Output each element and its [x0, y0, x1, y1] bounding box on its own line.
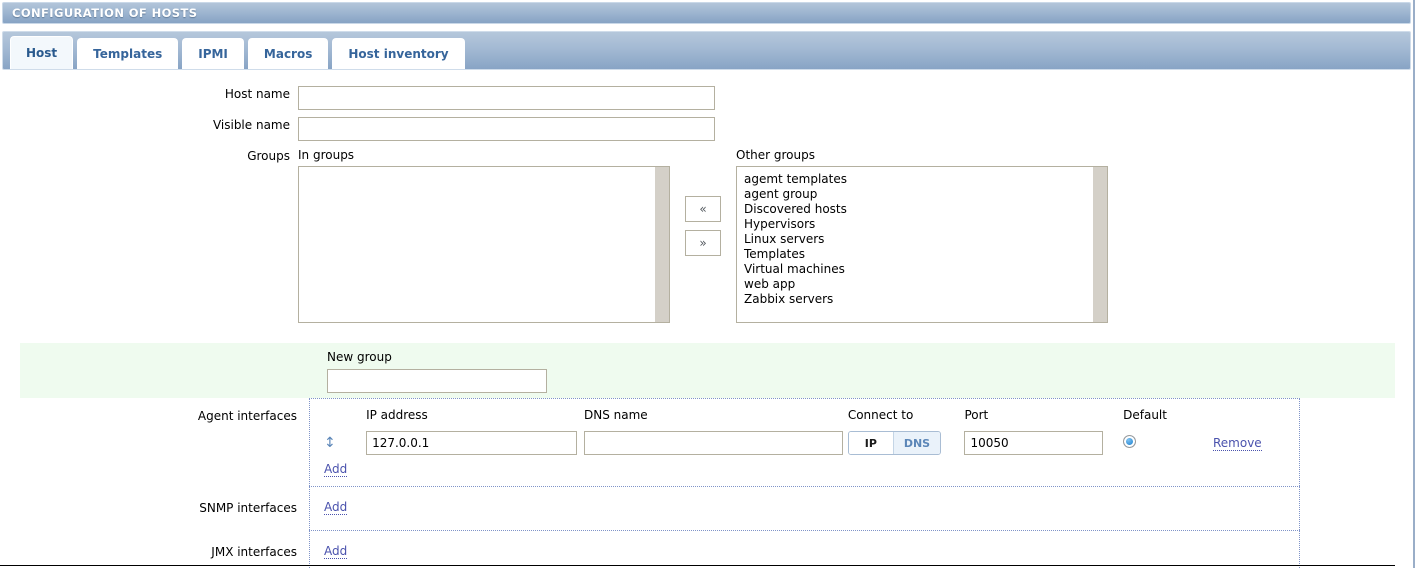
- column-header-dns: DNS name: [584, 408, 648, 422]
- list-item[interactable]: Templates: [744, 247, 1103, 262]
- visible-name-label: Visible name: [212, 118, 290, 132]
- tab-host-inventory[interactable]: Host inventory: [332, 38, 465, 69]
- visible-name-row: Visible name: [0, 117, 1413, 141]
- agent-interfaces-header-row: IP address DNS name Connect to Port Defa…: [310, 399, 1299, 425]
- move-right-button[interactable]: »: [685, 230, 721, 256]
- in-groups-listbox[interactable]: [298, 166, 670, 323]
- connect-to-option-ip[interactable]: IP: [848, 432, 893, 454]
- column-header-port: Port: [964, 408, 989, 422]
- port-input[interactable]: [964, 431, 1104, 455]
- host-configuration-page: CONFIGURATION OF HOSTS Host Templates IP…: [0, 0, 1415, 568]
- page-bottom-rule: [0, 565, 1395, 566]
- tab-strip: Host Templates IPMI Macros Host inventor…: [2, 31, 1411, 70]
- default-interface-radio[interactable]: [1123, 435, 1137, 448]
- jmx-interfaces-add-row: Add: [324, 544, 348, 559]
- in-groups-options: [299, 167, 669, 322]
- tab-macros-label: Macros: [263, 47, 313, 61]
- host-form: Host name Visible name Groups In groups: [0, 72, 1413, 323]
- list-item[interactable]: Linux servers: [744, 232, 1103, 247]
- window-titlebar: CONFIGURATION OF HOSTS: [2, 2, 1411, 24]
- dns-cell: [584, 431, 848, 455]
- list-item[interactable]: agent group: [744, 187, 1103, 202]
- port-cell: [964, 431, 1123, 455]
- group-transfer-buttons: « »: [670, 148, 736, 264]
- page-title: CONFIGURATION OF HOSTS: [12, 6, 198, 20]
- connect-to-option-dns[interactable]: DNS: [892, 432, 941, 454]
- groups-field-cell: In groups « » Other groups agemt templat…: [298, 148, 1413, 323]
- groups-row: Groups In groups « » Other groups agemt …: [0, 148, 1413, 323]
- column-header-default: Default: [1123, 408, 1167, 422]
- other-groups-listbox[interactable]: agemt templates agent group Discovered h…: [736, 166, 1108, 323]
- tab-templates-label: Templates: [93, 47, 163, 61]
- tab-templates[interactable]: Templates: [77, 38, 179, 69]
- host-name-input[interactable]: [298, 86, 715, 110]
- in-groups-caption: In groups: [298, 148, 355, 162]
- list-item[interactable]: Hypervisors: [744, 217, 1103, 232]
- snmp-interfaces-box: SNMP interfaces Add: [199, 486, 1300, 530]
- tab-ipmi-label: IPMI: [198, 47, 228, 61]
- agent-interfaces-box: Agent interfaces IP address DNS name Con…: [198, 398, 1300, 486]
- tab-macros[interactable]: Macros: [247, 38, 329, 69]
- host-name-row: Host name: [0, 86, 1413, 110]
- in-groups-block: In groups: [298, 148, 670, 323]
- new-group-label: New group: [327, 350, 392, 364]
- other-groups-block: Other groups agemt templates agent group…: [736, 148, 1108, 323]
- tab-host-label: Host: [26, 46, 58, 60]
- add-jmx-interface-link[interactable]: Add: [324, 544, 348, 559]
- remove-cell: Remove: [1212, 436, 1299, 451]
- dns-name-input[interactable]: [584, 431, 843, 455]
- other-groups-caption: Other groups: [736, 148, 815, 162]
- column-header-connect-to: Connect to: [847, 408, 914, 422]
- column-header-ip: IP address: [366, 408, 428, 422]
- visible-name-field-cell: [298, 117, 1413, 141]
- new-group-input[interactable]: [327, 369, 547, 393]
- agent-interfaces-label: Agent interfaces: [197, 409, 297, 423]
- move-left-button[interactable]: «: [685, 196, 721, 222]
- snmp-interfaces-add-row: Add: [324, 500, 348, 515]
- list-item[interactable]: Discovered hosts: [744, 202, 1103, 217]
- add-agent-interface-link[interactable]: Add: [324, 462, 348, 477]
- table-row: ↕ IP DNS: [310, 425, 1299, 461]
- interfaces-panel: Agent interfaces IP address DNS name Con…: [198, 398, 1300, 568]
- in-groups-scrollbar[interactable]: [655, 167, 669, 322]
- drag-handle-icon[interactable]: ↕: [324, 436, 336, 450]
- agent-interfaces-add-row: Add: [310, 461, 1299, 486]
- list-item[interactable]: web app: [744, 277, 1103, 292]
- other-groups-options: agemt templates agent group Discovered h…: [737, 167, 1107, 322]
- other-groups-scrollbar[interactable]: [1093, 167, 1107, 322]
- groups-label: Groups: [247, 149, 290, 163]
- snmp-interfaces-label: SNMP interfaces: [199, 501, 297, 515]
- remove-interface-link[interactable]: Remove: [1212, 436, 1262, 451]
- connect-to-toggle: IP DNS: [847, 431, 942, 455]
- list-item[interactable]: agemt templates: [744, 172, 1103, 187]
- jmx-interfaces-label: JMX interfaces: [211, 545, 297, 559]
- tab-host-inventory-label: Host inventory: [348, 47, 449, 61]
- tab-host[interactable]: Host: [10, 36, 74, 69]
- host-name-label: Host name: [224, 87, 290, 101]
- jmx-interfaces-box: JMX interfaces Add: [211, 530, 1300, 568]
- list-item[interactable]: Zabbix servers: [744, 292, 1103, 307]
- add-snmp-interface-link[interactable]: Add: [324, 500, 348, 515]
- new-group-section: New group: [20, 343, 1395, 398]
- ip-cell: [366, 431, 584, 455]
- list-item[interactable]: Virtual machines: [744, 262, 1103, 277]
- tab-ipmi[interactable]: IPMI: [182, 38, 244, 69]
- host-name-field-cell: [298, 86, 1413, 110]
- visible-name-input[interactable]: [298, 117, 715, 141]
- ip-address-input[interactable]: [366, 431, 578, 455]
- connect-to-cell: IP DNS: [847, 431, 965, 455]
- default-cell: [1123, 435, 1213, 451]
- drag-handle-cell: ↕: [310, 436, 366, 450]
